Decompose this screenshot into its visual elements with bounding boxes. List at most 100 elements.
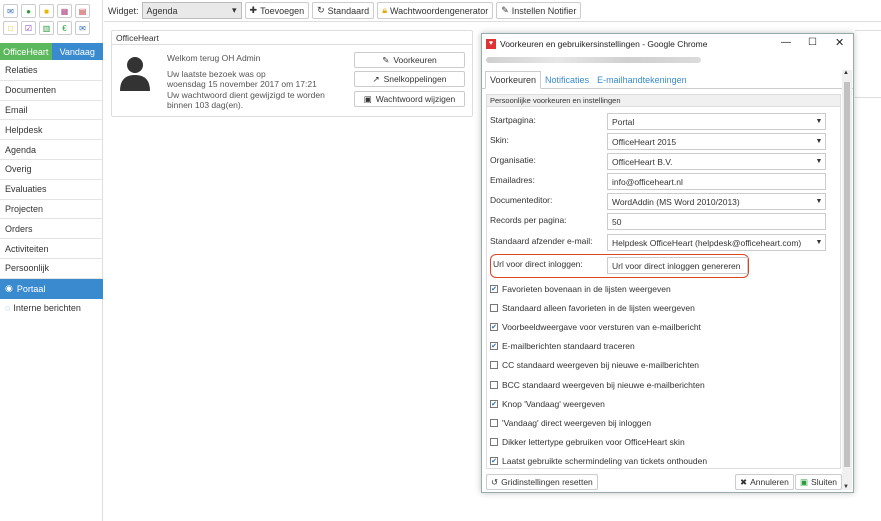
checkbox-checked-icon[interactable]: ✔ (490, 456, 498, 465)
password-generator-label: Wachtwoordengenerator (390, 5, 489, 16)
scroll-up-icon[interactable]: ▲ (843, 70, 849, 76)
checkbox-unchecked-icon[interactable] (490, 418, 498, 427)
sidebar-nav: Relaties Documenten Email Helpdesk Agend… (0, 61, 103, 318)
sidebar-item-documenten[interactable]: Documenten (0, 81, 103, 101)
records-value: 50 (612, 216, 622, 227)
check-label-8: Dikker lettertype gebruiken voor OfficeH… (502, 436, 685, 447)
preferences-button[interactable]: ✎ Voorkeuren (354, 52, 465, 68)
document-icon[interactable]: ▤ (75, 4, 90, 18)
external-link-icon: ↗ (372, 73, 380, 84)
checkbox-checked-icon[interactable]: ✔ (490, 322, 498, 331)
calendar-icon[interactable]: ▦ (57, 4, 72, 18)
preferences-form: Persoonlijke voorkeuren en instellingen … (486, 94, 841, 469)
sidebar-item-agenda[interactable]: Agenda (0, 140, 103, 160)
close-icon[interactable]: ✕ (835, 36, 844, 49)
editor-select[interactable]: WordAddin (MS Word 2010/2013) ▼ (607, 193, 826, 210)
sender-select[interactable]: Helpdesk OfficeHeart (helpdesk@officehea… (607, 234, 826, 251)
scrollbar-thumb[interactable] (844, 82, 850, 467)
start-page-row: Startpagina: Portal ▼ (490, 113, 830, 131)
sidebar-item-email[interactable]: Email (0, 101, 103, 121)
panel-title: OfficeHeart (112, 31, 472, 45)
check-label-6: Knop 'Vandaag' weergeven (502, 398, 605, 409)
sidebar-tabs: OfficeHeart Vandaag (0, 43, 103, 60)
start-page-select[interactable]: Portal ▼ (607, 113, 826, 130)
add-widget-label: Toevoegen (260, 5, 305, 16)
editor-row: Documenteditor: WordAddin (MS Word 2010/… (490, 193, 830, 211)
widget-select[interactable]: Agenda ▾ (141, 2, 242, 19)
checkbox-unchecked-icon[interactable] (490, 303, 498, 312)
reset-grid-button[interactable]: ↺ Gridinstellingen resetten (486, 474, 598, 490)
tab-email-signatures[interactable]: E-mailhandtekeningen (593, 71, 691, 88)
mail-icon[interactable]: ✉ (3, 4, 18, 18)
sidebar-item-interne-berichten[interactable]: ◌ Interne berichten (0, 299, 103, 318)
check-row-4[interactable]: CC standaard weergeven bij nieuwe e-mail… (490, 356, 699, 373)
change-password-button[interactable]: ▣ Wachtwoord wijzigen (354, 91, 465, 107)
widget-label: Widget: (108, 5, 139, 16)
plus-icon: ✚ (249, 5, 258, 15)
checkbox-unchecked-icon[interactable] (490, 437, 498, 446)
records-label: Records per pagina: (490, 215, 567, 225)
records-field[interactable]: 50 (607, 213, 826, 230)
organization-select[interactable]: OfficeHeart B.V. ▼ (607, 153, 826, 170)
checkbox-checked-icon[interactable]: ✔ (490, 284, 498, 293)
task-check-icon[interactable]: ☑ (21, 21, 36, 35)
sidebar-item-portaal[interactable]: ◉ Portaal (0, 278, 103, 299)
quick-icons-row-1: ✉ ● ■ ▦ ▤ (0, 0, 102, 18)
sidebar-item-activiteiten[interactable]: Activiteiten (0, 239, 103, 259)
maximize-icon[interactable]: ☐ (808, 37, 817, 48)
last-visit-line-2: woensdag 15 november 2017 om 17:21 (167, 79, 317, 89)
checkbox-unchecked-icon[interactable] (490, 360, 498, 369)
close-label: Sluiten (811, 477, 838, 487)
tab-today[interactable]: Vandaag (51, 43, 103, 60)
sidebar-item-overig[interactable]: Overig (0, 160, 103, 180)
check-row-9[interactable]: ✔ Laatst gebruikte schermindeling van tic… (490, 452, 707, 469)
chat-icon[interactable]: ● (21, 4, 36, 18)
sidebar-item-persoonlijk[interactable]: Persoonlijk (0, 259, 103, 279)
email-field[interactable]: info@officeheart.nl (607, 173, 826, 190)
sidebar-item-helpdesk[interactable]: Helpdesk (0, 120, 103, 141)
password-generator-button[interactable]: 🔒︎ Wachtwoordengenerator (377, 2, 494, 19)
sidebar-item-relaties[interactable]: Relaties (0, 61, 103, 81)
checkbox-unchecked-icon[interactable] (490, 380, 498, 389)
preferences-label: Voorkeuren (393, 55, 437, 65)
euro-icon[interactable]: € (57, 21, 72, 35)
email-value: info@officeheart.nl (612, 176, 683, 187)
undo-icon: ↺ (491, 476, 499, 487)
generate-login-url-button[interactable]: Url voor direct inloggen genereren (607, 257, 748, 274)
tab-officeheart[interactable]: OfficeHeart (0, 43, 52, 60)
envelope-icon[interactable]: ✉ (75, 21, 90, 35)
add-widget-button[interactable]: ✚ Toevoegen (244, 2, 310, 19)
sidebar-item-evaluaties[interactable]: Evaluaties (0, 180, 103, 200)
skin-select[interactable]: OfficeHeart 2015 ▼ (607, 133, 826, 150)
editor-value: WordAddin (MS Word 2010/2013) (612, 196, 740, 207)
checkbox-checked-icon[interactable]: ✔ (490, 341, 498, 350)
caret-down-icon: ▼ (815, 239, 823, 246)
check-row-8[interactable]: Dikker lettertype gebruiken voor OfficeH… (490, 433, 685, 450)
check-row-0[interactable]: ✔ Favorieten bovenaan in de lijsten weerg… (490, 280, 671, 297)
check-row-5[interactable]: BCC standaard weergeven bij nieuwe e-mai… (490, 376, 705, 393)
check-row-1[interactable]: Standaard alleen favorieten in de lijste… (490, 299, 695, 316)
minimize-icon[interactable]: — (781, 37, 791, 48)
quick-icons-row-2: □ ☑ ▥ € ✉ (0, 18, 102, 35)
check-row-3[interactable]: ✔ E-mailberichten standaard traceren (490, 337, 635, 354)
cancel-button[interactable]: ✖ Annuleren (735, 474, 794, 490)
close-button[interactable]: ▣ Sluiten (795, 474, 843, 490)
note-icon[interactable]: ■ (39, 4, 54, 18)
check-row-7[interactable]: 'Vandaag' direct weergeven bij inloggen (490, 414, 651, 431)
scroll-down-icon[interactable]: ▼ (843, 484, 849, 490)
skin-row: Skin: OfficeHeart 2015 ▼ (490, 133, 830, 151)
default-button[interactable]: ↻ Standaard (312, 2, 375, 19)
check-row-2[interactable]: ✔ Voorbeeldweergave voor versturen van e-… (490, 318, 701, 335)
tab-voorkeuren[interactable]: Voorkeuren (485, 71, 542, 89)
sidebar-item-orders[interactable]: Orders (0, 219, 103, 240)
spreadsheet-icon[interactable]: ▥ (39, 21, 54, 35)
check-row-6[interactable]: ✔ Knop 'Vandaag' weergeven (490, 395, 605, 412)
notifier-button[interactable]: ✎ Instellen Notifier (496, 2, 582, 19)
dialog-footer: ↺ Gridinstellingen resetten ✖ Annuleren … (486, 474, 843, 491)
tab-notificaties[interactable]: Notificaties (541, 71, 593, 88)
sticky-icon[interactable]: □ (3, 21, 18, 35)
checkbox-checked-icon[interactable]: ✔ (490, 399, 498, 408)
shortcuts-button[interactable]: ↗ Snelkoppelingen (354, 71, 465, 87)
dialog-scrollbar[interactable]: ▲ ▼ (842, 70, 852, 490)
sidebar-item-projecten[interactable]: Projecten (0, 200, 103, 220)
